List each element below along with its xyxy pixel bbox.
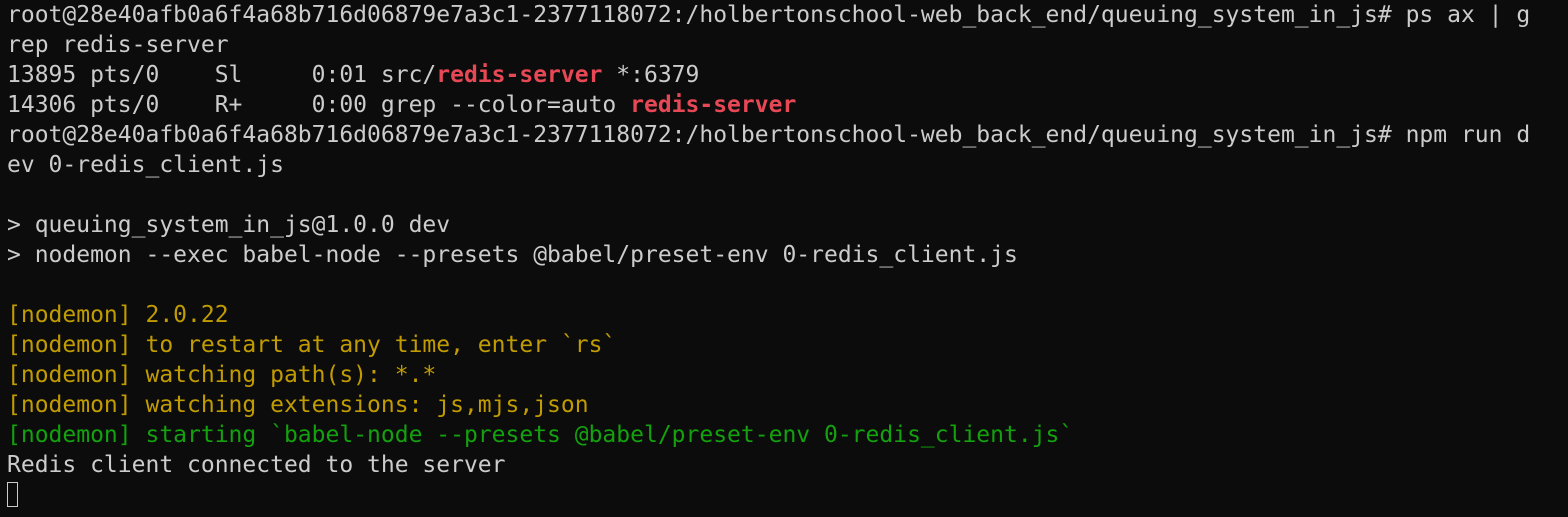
command-text: ev 0-redis_client.js (7, 152, 284, 178)
program-output-line: Redis client connected to the server (7, 452, 506, 478)
terminal-line-wrap-1: rep redis-server (7, 30, 1568, 60)
process-info: 14306 pts/0 R+ 0:00 grep --color=auto (7, 92, 631, 118)
command-text: ps ax | g (1391, 2, 1531, 28)
nodemon-line: [nodemon] watching extensions: js,mjs,js… (7, 392, 589, 418)
nodemon-line: [nodemon] 2.0.22 (7, 302, 229, 328)
shell-prompt: root@28e40afb0a6f4a68b716d06879e7a3c1-23… (7, 122, 1392, 148)
process-info: *:6379 (602, 62, 700, 88)
terminal-line-wrap-2: ev 0-redis_client.js (7, 150, 1568, 180)
npm-script-line: > queuing_system_in_js@1.0.0 dev (7, 212, 451, 238)
terminal-line-prompt-1: root@28e40afb0a6f4a68b716d06879e7a3c1-23… (7, 0, 1568, 30)
nodemon-line: [nodemon] to restart at any time, enter … (7, 332, 617, 358)
terminal-line-prompt-2: root@28e40afb0a6f4a68b716d06879e7a3c1-23… (7, 120, 1568, 150)
npm-script-line: > nodemon --exec babel-node --presets @b… (7, 242, 1018, 268)
nodemon-line: [nodemon] watching path(s): *.* (7, 362, 437, 388)
shell-prompt: root@28e40afb0a6f4a68b716d06879e7a3c1-23… (7, 2, 1392, 28)
cursor-icon (7, 482, 18, 507)
cursor-line (7, 480, 1568, 510)
process-row: 14306 pts/0 R+ 0:00 grep --color=auto re… (7, 90, 1568, 120)
process-info: 13895 pts/0 Sl 0:01 src/ (7, 62, 437, 88)
grep-match: redis-server (630, 92, 797, 118)
nodemon-start-line: [nodemon] starting `babel-node --presets… (7, 422, 1074, 448)
grep-match: redis-server (436, 62, 603, 88)
command-text: npm run d (1391, 122, 1531, 148)
terminal-window[interactable]: root@28e40afb0a6f4a68b716d06879e7a3c1-23… (0, 0, 1568, 517)
command-text: rep redis-server (7, 32, 229, 58)
process-row: 13895 pts/0 Sl 0:01 src/redis-server *:6… (7, 60, 1568, 90)
